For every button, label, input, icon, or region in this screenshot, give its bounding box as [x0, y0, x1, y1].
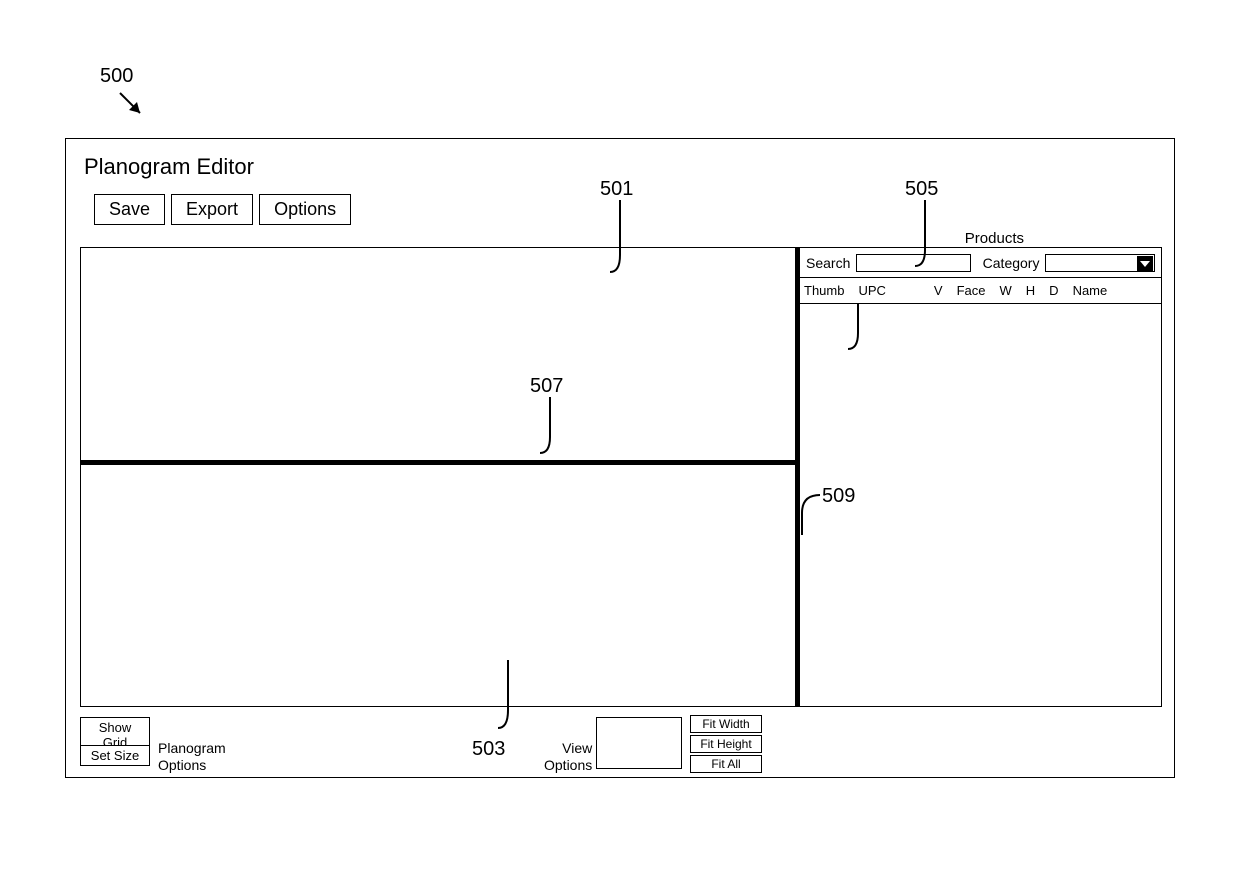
- fit-buttons: Fit Width Fit Height Fit All: [690, 715, 762, 773]
- leader-509: [790, 495, 830, 545]
- leader-507: [540, 397, 570, 467]
- category-select[interactable]: [1045, 254, 1155, 272]
- col-thumb: Thumb: [804, 283, 844, 298]
- workspace-area: Search Category Thumb UPC V Face W H D N…: [80, 247, 1162, 707]
- export-button[interactable]: Export: [171, 194, 253, 225]
- col-d: D: [1049, 283, 1058, 298]
- bottom-controls: Show Grid Set Size PlanogramOptions View…: [80, 715, 800, 773]
- products-panel-label: Products: [965, 230, 1024, 247]
- col-w: W: [1000, 283, 1012, 298]
- col-h: H: [1026, 283, 1035, 298]
- products-columns-header: Thumb UPC V Face W H D Name: [800, 278, 1161, 304]
- leader-upc: [848, 303, 878, 363]
- save-button[interactable]: Save: [94, 194, 165, 225]
- col-name: Name: [1073, 283, 1108, 298]
- main-toolbar: Save Export Options: [94, 194, 351, 225]
- callout-507: 507: [530, 375, 563, 398]
- set-size-button[interactable]: Set Size: [80, 745, 150, 766]
- options-button[interactable]: Options: [259, 194, 351, 225]
- figure-ref-arrow: [115, 88, 155, 128]
- planogram-options-label: PlanogramOptions: [158, 740, 226, 774]
- products-search-row: Search Category: [800, 248, 1161, 278]
- leader-503: [498, 660, 528, 740]
- col-v: V: [934, 283, 943, 298]
- leader-505: [915, 200, 945, 278]
- window-title: Planogram Editor: [84, 154, 254, 180]
- col-upc: UPC: [858, 283, 885, 298]
- col-face: Face: [957, 283, 986, 298]
- search-input[interactable]: [856, 254, 970, 272]
- leader-501: [610, 200, 640, 290]
- view-options-label: ViewOptions: [544, 740, 592, 774]
- fit-height-button[interactable]: Fit Height: [690, 735, 762, 753]
- figure-ref-label: 500: [100, 65, 133, 88]
- vertical-divider[interactable]: [795, 248, 800, 706]
- view-preview-box[interactable]: [596, 717, 682, 769]
- search-label: Search: [806, 255, 850, 271]
- callout-505: 505: [905, 178, 938, 201]
- category-label: Category: [983, 255, 1040, 271]
- fit-width-button[interactable]: Fit Width: [690, 715, 762, 733]
- fit-all-button[interactable]: Fit All: [690, 755, 762, 773]
- callout-503: 503: [472, 738, 505, 761]
- chevron-down-icon: [1137, 256, 1153, 272]
- callout-501: 501: [600, 178, 633, 201]
- horizontal-divider[interactable]: [81, 460, 795, 465]
